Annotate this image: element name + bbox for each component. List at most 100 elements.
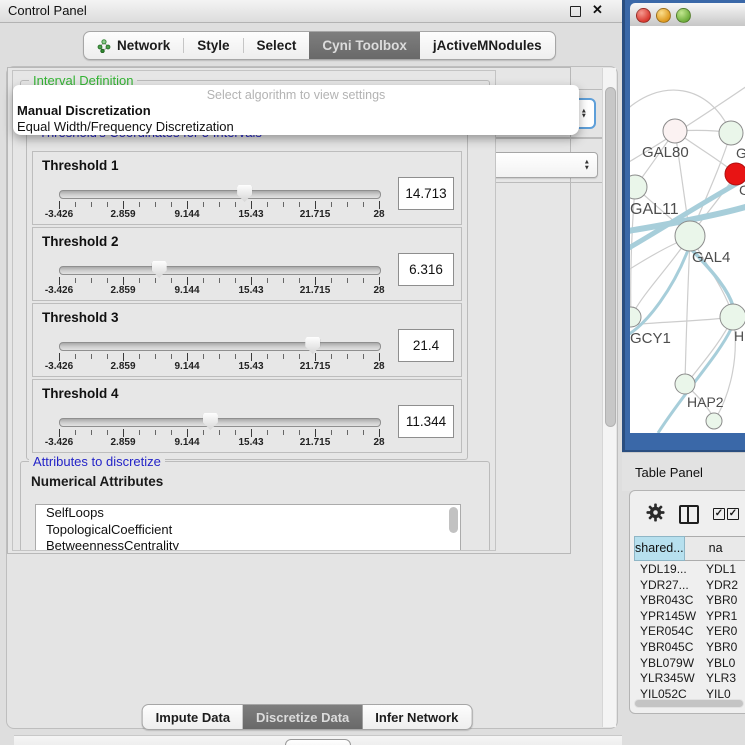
- close-icon[interactable]: ✕: [592, 2, 603, 18]
- network-node-h[interactable]: [720, 304, 745, 330]
- threshold-3-value[interactable]: 21.4: [398, 329, 454, 362]
- threshold-1-slider[interactable]: [59, 190, 381, 199]
- table-row[interactable]: YER054CYER0: [634, 624, 745, 640]
- horizontal-scrollbar-thumb[interactable]: [635, 700, 743, 707]
- table-cell: YBL0: [705, 656, 735, 672]
- tick-label: -3.426: [45, 285, 73, 296]
- slider-thumb[interactable]: [203, 413, 218, 430]
- network-node[interactable]: [706, 413, 722, 429]
- network-node-gal80[interactable]: [663, 119, 687, 143]
- table-row[interactable]: YPR145WYPR1: [634, 609, 745, 625]
- threshold-label: Threshold 4: [42, 386, 119, 401]
- checkbox-icon[interactable]: ✓: [727, 508, 739, 520]
- slider-major-tick: [59, 353, 60, 361]
- slider-major-tick: [315, 353, 316, 361]
- algorithm-option-manual-discretization[interactable]: Manual Discretization: [17, 103, 151, 118]
- tick-label: 9.144: [174, 285, 199, 296]
- network-edge: [685, 238, 690, 384]
- threshold-label: Threshold 1: [42, 158, 119, 173]
- algorithm-option-equal-width-frequency-discretization[interactable]: Equal Width/Frequency Discretization: [17, 119, 234, 134]
- tab-impute-data[interactable]: Impute Data: [143, 705, 243, 729]
- table-row[interactable]: YLR345WYLR3: [634, 671, 745, 687]
- checkbox-icon[interactable]: ✓: [713, 508, 725, 520]
- slider-thumb[interactable]: [237, 185, 252, 202]
- attribute-item-selfloops[interactable]: SelfLoops: [36, 505, 460, 522]
- horizontal-scrollbar[interactable]: [634, 699, 744, 708]
- slider-major-tick: [123, 429, 124, 437]
- node-label: GAL11: [630, 201, 679, 218]
- slider-major-tick: [59, 277, 60, 285]
- tick-label: 9.144: [174, 361, 199, 372]
- close-traffic-light-icon[interactable]: [636, 8, 651, 23]
- threshold-3-slider[interactable]: [59, 342, 381, 351]
- table-panel-title: Table Panel: [635, 465, 703, 480]
- threshold-label: Threshold 2: [42, 234, 119, 249]
- zoom-traffic-light-icon[interactable]: [676, 8, 691, 23]
- tab-infer-network[interactable]: Infer Network: [362, 705, 471, 729]
- tick-label: -3.426: [45, 361, 73, 372]
- network-node-ga[interactable]: [719, 121, 743, 145]
- minimize-traffic-light-icon[interactable]: [656, 8, 671, 23]
- network-node-gal4[interactable]: [675, 221, 705, 251]
- window-title: Control Panel: [8, 3, 87, 18]
- tab-jactivemnodules[interactable]: jActiveMNodules: [420, 32, 555, 59]
- cyni-mode-tabbar: Impute DataDiscretize Data Infer Network: [142, 704, 473, 730]
- columns-icon[interactable]: [679, 505, 699, 524]
- attributes-group: Attributes to discretize Numerical Attri…: [20, 461, 490, 551]
- table-row[interactable]: YIL052CYIL0: [634, 687, 745, 700]
- column-header-name[interactable]: na: [685, 536, 745, 561]
- control-panel-titlebar: Control Panel ✕: [0, 0, 622, 23]
- slider-major-tick: [59, 429, 60, 437]
- network-canvas[interactable]: GAL80GACGAL11GAL4GCY1HHAP2: [630, 26, 745, 433]
- screen: Control Panel ✕ NetworkStyleSelectCyni T…: [0, 0, 745, 745]
- tab-cyni-toolbox[interactable]: Cyni Toolbox: [309, 32, 420, 59]
- slider-thumb[interactable]: [305, 337, 320, 354]
- table-header-row: shared... na: [634, 536, 745, 561]
- tab-discretize-data[interactable]: Discretize Data: [243, 705, 362, 729]
- slider-minor-ticks: [59, 354, 380, 359]
- tab-network[interactable]: Network: [84, 32, 183, 59]
- threshold-2-value[interactable]: 6.316: [398, 253, 454, 286]
- table-cell: YPR1: [705, 609, 737, 625]
- table-cell: YIL052C: [634, 687, 705, 700]
- tab-style[interactable]: Style: [184, 32, 242, 59]
- table-row[interactable]: YBR043CYBR0: [634, 593, 745, 609]
- tab-select[interactable]: Select: [244, 32, 310, 59]
- tick-label: -3.426: [45, 209, 73, 220]
- slider-minor-ticks: [59, 430, 380, 435]
- table-cell: YBL079W: [634, 656, 705, 672]
- threshold-2-slider[interactable]: [59, 266, 381, 275]
- attributes-list[interactable]: SelfLoopsTopologicalCoefficientBetweenne…: [35, 504, 461, 551]
- list-scrollbar-thumb[interactable]: [449, 507, 458, 533]
- slider-major-tick: [379, 201, 380, 209]
- table-cell: YBR0: [705, 593, 737, 609]
- tick-label: -3.426: [45, 437, 73, 448]
- column-header-shared-name[interactable]: shared...: [634, 536, 685, 561]
- attribute-item-topologicalcoefficient[interactable]: TopologicalCoefficient: [36, 522, 460, 539]
- table-row[interactable]: YBL079WYBL0: [634, 656, 745, 672]
- threshold-4-value[interactable]: 11.344: [398, 405, 454, 438]
- table-row[interactable]: YBR045CYBR0: [634, 640, 745, 656]
- network-window-titlebar[interactable]: [630, 3, 745, 27]
- apply-button[interactable]: Apply: [285, 739, 351, 745]
- threshold-4-slider[interactable]: [59, 418, 381, 427]
- slider-thumb[interactable]: [152, 261, 167, 278]
- slider-major-tick: [187, 277, 188, 285]
- tick-label: 2.859: [110, 437, 135, 448]
- float-window-icon[interactable]: [570, 6, 581, 17]
- slider-minor-ticks: [59, 278, 380, 283]
- attribute-item-betweennesscentrality[interactable]: BetweennessCentrality: [36, 538, 460, 551]
- table-row[interactable]: YDR27...YDR2: [634, 578, 745, 594]
- table-cell: YBR045C: [634, 640, 705, 656]
- node-label: GCY1: [630, 330, 671, 347]
- slider-major-tick: [59, 201, 60, 209]
- threshold-1-panel: Threshold 1-3.4262.8599.14415.4321.71528…: [32, 151, 462, 225]
- threshold-1-value[interactable]: 14.713: [398, 177, 454, 210]
- tab-label: Infer Network: [375, 710, 458, 725]
- table-row[interactable]: YDL19...YDL1: [634, 562, 745, 578]
- slider-major-tick: [187, 201, 188, 209]
- network-view-window: GAL80GACGAL11GAL4GCY1HHAP2: [622, 0, 745, 452]
- tick-label: 28: [373, 285, 384, 296]
- gear-icon[interactable]: [646, 503, 665, 525]
- network-node-hap2[interactable]: [675, 374, 695, 394]
